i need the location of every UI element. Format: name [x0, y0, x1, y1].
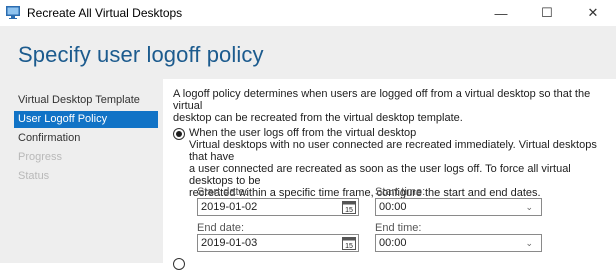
- nav-item-status: Status: [18, 170, 50, 182]
- start-date-label: Start date:: [197, 186, 248, 198]
- window-titlebar: Recreate All Virtual Desktops — ☐ ✕: [0, 0, 616, 26]
- close-button[interactable]: ✕: [570, 0, 616, 26]
- virtual-desktop-icon: [6, 6, 20, 19]
- start-time-label: Start time:: [375, 186, 426, 198]
- end-time-label: End time:: [375, 222, 422, 234]
- chevron-down-icon: ⌄: [525, 238, 533, 248]
- logoff-option-label[interactable]: When the user logs off from the virtual …: [189, 127, 416, 139]
- minimize-button[interactable]: —: [478, 0, 524, 26]
- chevron-down-icon: ⌄: [525, 202, 533, 212]
- nav-item-user-logoff-policy[interactable]: User Logoff Policy: [14, 111, 158, 128]
- logoff-radio-unselected[interactable]: [173, 258, 185, 270]
- calendar-day-text: 15: [345, 207, 353, 214]
- window-title: Recreate All Virtual Desktops: [27, 6, 183, 20]
- intro-line: desktop can be recreated from the virtua…: [173, 112, 463, 124]
- nav-item-confirmation[interactable]: Confirmation: [14, 130, 158, 147]
- intro-text: A logoff policy determines when users ar…: [173, 88, 593, 124]
- logoff-radio-selected[interactable]: [173, 128, 185, 140]
- page-title: Specify user logoff policy: [18, 42, 264, 67]
- description-line: a user connected are recreated as soon a…: [189, 163, 571, 187]
- nav-item-virtual-desktop-template[interactable]: Virtual Desktop Template: [14, 92, 158, 109]
- nav-item-progress: Progress: [18, 151, 63, 163]
- end-date-label: End date:: [197, 222, 245, 234]
- end-time-dropdown[interactable]: 00:00 ⌄: [375, 234, 542, 252]
- maximize-button[interactable]: ☐: [524, 0, 570, 26]
- start-time-value: 00:00: [379, 201, 407, 213]
- calendar-day-text: 15: [345, 243, 353, 250]
- calendar-icon[interactable]: 15: [342, 236, 356, 250]
- end-time-value: 00:00: [379, 237, 407, 249]
- end-date-value: 2019-01-03: [201, 237, 258, 249]
- start-date-field[interactable]: 2019-01-02 15: [197, 198, 359, 216]
- start-time-dropdown[interactable]: 00:00 ⌄: [375, 198, 542, 216]
- calendar-icon[interactable]: 15: [342, 200, 356, 214]
- end-date-field[interactable]: 2019-01-03 15: [197, 234, 359, 252]
- description-line: Virtual desktops with no user connected …: [189, 139, 597, 163]
- intro-line: A logoff policy determines when users ar…: [173, 88, 591, 112]
- start-date-value: 2019-01-02: [201, 201, 258, 213]
